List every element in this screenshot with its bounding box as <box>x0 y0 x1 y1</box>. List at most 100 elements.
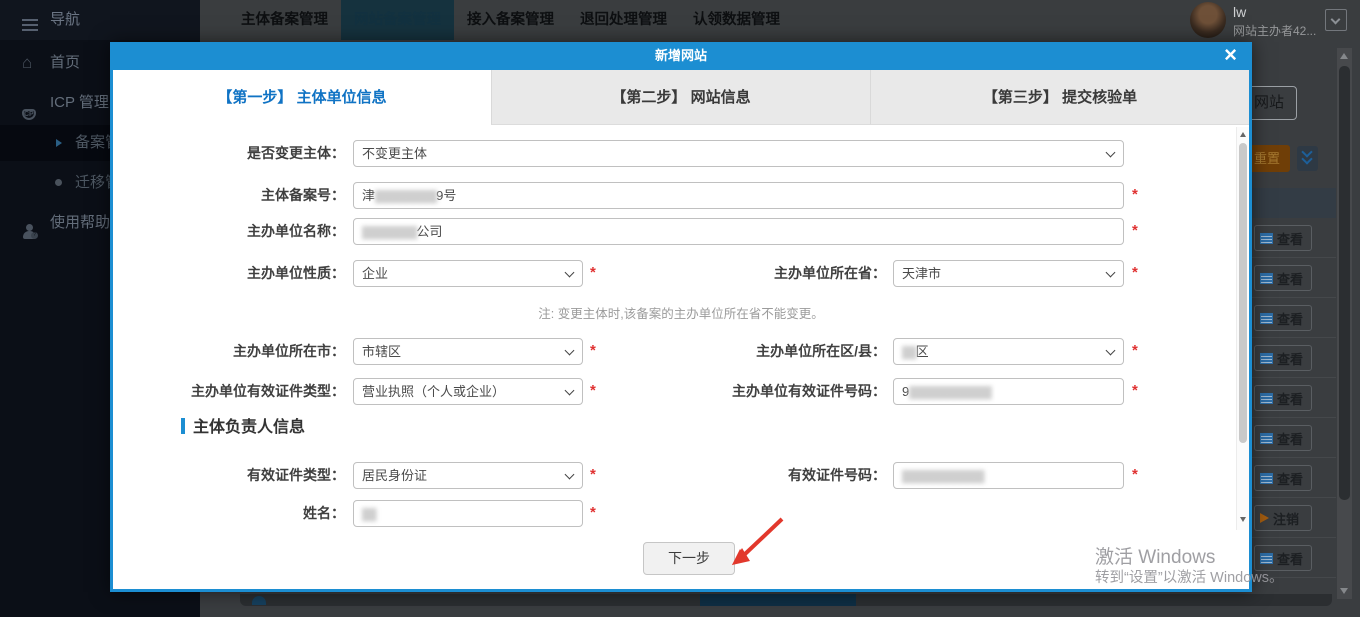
masked-value: ████████ <box>362 227 416 239</box>
modal-scrollbar[interactable] <box>1236 127 1249 530</box>
tab-claim-data[interactable]: 认领数据管理 <box>680 0 793 40</box>
masked-value: ██ <box>902 347 916 359</box>
scroll-down-icon[interactable] <box>1340 588 1348 594</box>
select-value: 区 <box>916 344 929 359</box>
row-action-button[interactable]: 查看 <box>1254 385 1312 411</box>
district-select[interactable]: ██区 <box>893 338 1124 365</box>
form-note: 注: 变更主体时,该备案的主办单位所在省不能变更。 <box>113 303 1249 322</box>
required-mark: * <box>1132 222 1138 239</box>
step-tab-1[interactable]: 【第一步】 主体单位信息 <box>113 70 491 125</box>
scroll-down-icon[interactable] <box>1240 517 1246 522</box>
row-action-button[interactable]: 查看 <box>1254 225 1312 251</box>
modal-scrollbar-thumb[interactable] <box>1239 143 1247 443</box>
tab-access-record[interactable]: 接入备案管理 <box>454 0 567 40</box>
form-row: 主办单位有效证件类型： 营业执照（个人或企业） * 主办单位有效证件号码： 9█… <box>113 378 1249 405</box>
row-action-button[interactable]: 查看 <box>1254 305 1312 331</box>
page-scrollbar[interactable] <box>1337 48 1352 599</box>
masked-value: █████████ <box>375 191 436 203</box>
sidebar-item-label: ICP 管理 <box>50 85 109 121</box>
user-menu-button[interactable] <box>1325 9 1347 31</box>
masked-value: ████████████ <box>902 471 984 483</box>
chevron-down-icon <box>1301 153 1312 164</box>
user-role: 网站主办者42... <box>1233 22 1316 39</box>
select-value: 天津市 <box>902 266 941 281</box>
sidebar-item-label: 首页 <box>50 45 80 81</box>
required-mark: * <box>590 382 596 399</box>
org-name-input[interactable]: ████████公司 <box>353 218 1124 245</box>
footer-icon <box>252 596 266 605</box>
tab-subject-record[interactable]: 主体备案管理 <box>228 0 341 40</box>
city-select[interactable]: 市辖区 <box>353 338 583 365</box>
field-label: 姓名： <box>113 500 345 527</box>
menu-icon <box>22 11 40 29</box>
org-nature-select[interactable]: 企业 <box>353 260 583 287</box>
footer-bar <box>240 594 1332 606</box>
windows-watermark-line1: 激活 Windows <box>1095 542 1215 569</box>
action-icon <box>1260 273 1273 284</box>
select-value: 不变更主体 <box>362 146 427 161</box>
sidebar-item-label: 使用帮助 <box>50 205 110 241</box>
org-cert-no-input[interactable]: 9████████████ <box>893 378 1124 405</box>
row-action-button[interactable]: 查看 <box>1254 265 1312 291</box>
field-label: 主办单位所在市： <box>113 338 345 365</box>
form-row: 主办单位性质： 企业 * 主办单位所在省： 天津市 * <box>113 260 1249 287</box>
field-label: 有效证件号码： <box>658 462 886 489</box>
action-label: 查看 <box>1277 349 1303 368</box>
action-label: 查看 <box>1277 269 1303 288</box>
row-action-button[interactable]: 查看 <box>1254 425 1312 451</box>
close-icon[interactable]: × <box>1224 42 1237 68</box>
section-title: 主体负责人信息 <box>181 418 305 438</box>
sidebar-item-label: 导航 <box>50 0 80 40</box>
input-value: 津 <box>362 188 375 203</box>
field-label: 主办单位有效证件号码： <box>658 378 886 405</box>
step-tab-2[interactable]: 【第二步】 网站信息 <box>491 70 870 125</box>
scroll-up-icon[interactable] <box>1340 53 1348 59</box>
select-value: 居民身份证 <box>362 468 427 483</box>
page-scrollbar-thumb[interactable] <box>1339 66 1350 500</box>
field-label: 主体备案号： <box>113 182 345 209</box>
topbar-tabs: 主体备案管理 网站备案管理 接入备案管理 退回处理管理 认领数据管理 <box>228 0 793 40</box>
row-action-button[interactable]: 注销 <box>1254 505 1312 531</box>
field-label: 主办单位名称： <box>113 218 345 245</box>
sidebar-item-nav[interactable]: 导航 <box>0 0 200 40</box>
form-row: 主体备案号： 津█████████9号 * <box>113 182 1249 209</box>
person-cert-type-select[interactable]: 居民身份证 <box>353 462 583 489</box>
chevron-down-icon <box>565 346 575 356</box>
action-label: 查看 <box>1277 469 1303 488</box>
shield-icon: CP <box>22 94 40 112</box>
expand-button[interactable] <box>1297 146 1318 171</box>
masked-value: ████████████ <box>909 387 991 399</box>
required-mark: * <box>590 466 596 483</box>
required-mark: * <box>1132 466 1138 483</box>
tab-return-handling[interactable]: 退回处理管理 <box>567 0 680 40</box>
action-label: 查看 <box>1277 309 1303 328</box>
topbar: 主体备案管理 网站备案管理 接入备案管理 退回处理管理 认领数据管理 lw 网站… <box>200 0 1360 40</box>
action-label: 查看 <box>1277 389 1303 408</box>
chevron-down-icon <box>1331 15 1341 25</box>
change-subject-select[interactable]: 不变更主体 <box>353 140 1124 167</box>
required-mark: * <box>590 342 596 359</box>
chevron-down-icon <box>1106 148 1116 158</box>
field-label: 有效证件类型： <box>113 462 345 489</box>
required-mark: * <box>1132 382 1138 399</box>
step-tab-3[interactable]: 【第三步】 提交核验单 <box>870 70 1249 125</box>
avatar[interactable] <box>1190 2 1226 38</box>
footer-active-segment <box>700 594 856 606</box>
form-row: 主办单位所在市： 市辖区 * 主办单位所在区/县： ██区 * <box>113 338 1249 365</box>
person-cert-no-input[interactable]: ████████████ <box>893 462 1124 489</box>
add-website-modal: 新增网站 × 【第一步】 主体单位信息 【第二步】 网站信息 【第三步】 提交核… <box>110 42 1252 592</box>
org-cert-type-select[interactable]: 营业执照（个人或企业） <box>353 378 583 405</box>
row-action-button[interactable]: 查看 <box>1254 345 1312 371</box>
action-label: 查看 <box>1277 549 1303 568</box>
action-icon <box>1260 513 1269 523</box>
province-select[interactable]: 天津市 <box>893 260 1124 287</box>
action-icon <box>1260 393 1273 404</box>
tab-website-record[interactable]: 网站备案管理 <box>341 0 454 40</box>
scroll-up-icon[interactable] <box>1240 132 1246 137</box>
form-row: 姓名： ██ * <box>113 500 1249 527</box>
action-icon <box>1260 233 1273 244</box>
select-value: 营业执照（个人或企业） <box>362 384 505 399</box>
record-no-input[interactable]: 津█████████9号 <box>353 182 1124 209</box>
row-action-button[interactable]: 查看 <box>1254 465 1312 491</box>
person-name-input[interactable]: ██ <box>353 500 583 527</box>
